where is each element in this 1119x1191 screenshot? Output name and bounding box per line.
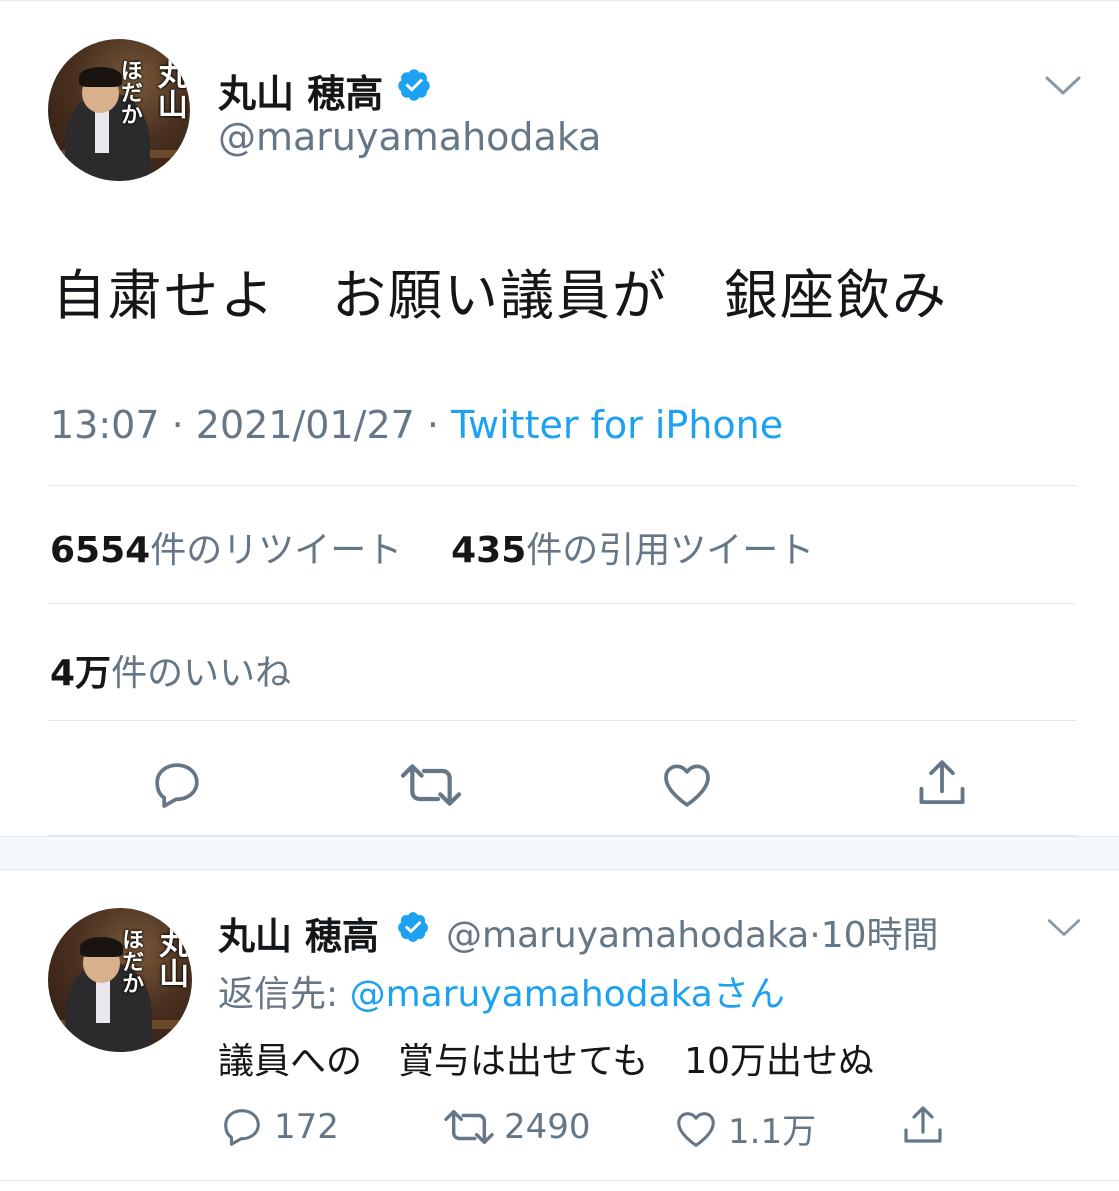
retweet-stats: 6554件のリツイート 435件の引用ツイート xyxy=(50,521,814,573)
avatar[interactable]: 丸山 ほだか xyxy=(48,39,190,181)
chevron-down-icon[interactable] xyxy=(1046,916,1082,940)
tweet-date: 2021/01/27 xyxy=(195,403,415,447)
main-tweet: 丸山 ほだか 丸山 穂高 @maruyamahodaka 自粛せよ お願い議員が… xyxy=(0,0,1119,870)
reply-handle[interactable]: @maruyamahodaka xyxy=(446,915,809,956)
retweets-link[interactable]: 6554件のリツイート xyxy=(50,530,402,571)
quote-tweets-link[interactable]: 435件の引用ツイート xyxy=(451,530,814,571)
retweet-count: 2490 xyxy=(504,1107,591,1147)
reply-header-meta: @maruyamahodaka·10時間 xyxy=(446,915,939,956)
replying-to: 返信先: @maruyamahodakaさん xyxy=(218,974,785,1015)
reply-retweet-button[interactable]: 2490 xyxy=(442,1104,591,1150)
avatar-banner: 丸山 ほだか xyxy=(116,58,187,125)
reply-icon xyxy=(224,1109,260,1146)
likes-link[interactable]: 4万件のいいね xyxy=(50,644,291,696)
verified-badge-icon xyxy=(398,69,430,101)
divider xyxy=(48,485,1076,486)
display-name[interactable]: 丸山 穂高 xyxy=(218,63,383,118)
avatar-banner: 丸山 ほだか xyxy=(118,928,189,995)
like-icon xyxy=(677,1111,715,1147)
divider xyxy=(48,720,1076,721)
tweet-meta: 13:07 · 2021/01/27 · Twitter for iPhone xyxy=(50,403,784,447)
section-gap xyxy=(0,836,1119,870)
reply-tweet-text: 議員への 賞与は出せても 10万出せぬ xyxy=(218,1041,875,1082)
like-count: 1.1万 xyxy=(728,1112,817,1152)
replying-to-link[interactable]: @maruyamahodakaさん xyxy=(350,974,785,1015)
verified-badge-icon xyxy=(398,912,428,942)
retweet-icon xyxy=(444,1109,494,1145)
share-icon[interactable] xyxy=(912,755,972,813)
reply-share-button[interactable] xyxy=(898,1102,948,1150)
tweet-time: 13:07 xyxy=(50,403,160,447)
reply-reply-button[interactable]: 172 xyxy=(218,1104,339,1150)
reply-avatar[interactable]: 丸山 ほだか xyxy=(48,908,192,1052)
reply-display-name[interactable]: 丸山 穂高 xyxy=(218,906,379,960)
reply-count: 172 xyxy=(274,1107,339,1147)
retweet-icon[interactable] xyxy=(398,757,464,813)
tweet-text: 自粛せよ お願い議員が 銀座飲み xyxy=(52,264,948,327)
divider xyxy=(0,1180,1119,1181)
chevron-down-icon[interactable] xyxy=(1044,73,1082,99)
reply-like-button[interactable]: 1.1万 xyxy=(672,1104,816,1153)
divider xyxy=(48,603,1076,604)
reply-icon[interactable] xyxy=(148,757,206,813)
tweet-source-link[interactable]: Twitter for iPhone xyxy=(451,403,783,447)
share-icon xyxy=(904,1106,942,1143)
like-icon[interactable] xyxy=(658,757,716,813)
handle[interactable]: @maruyamahodaka xyxy=(218,115,601,159)
reply-time[interactable]: 10時間 xyxy=(821,915,939,956)
